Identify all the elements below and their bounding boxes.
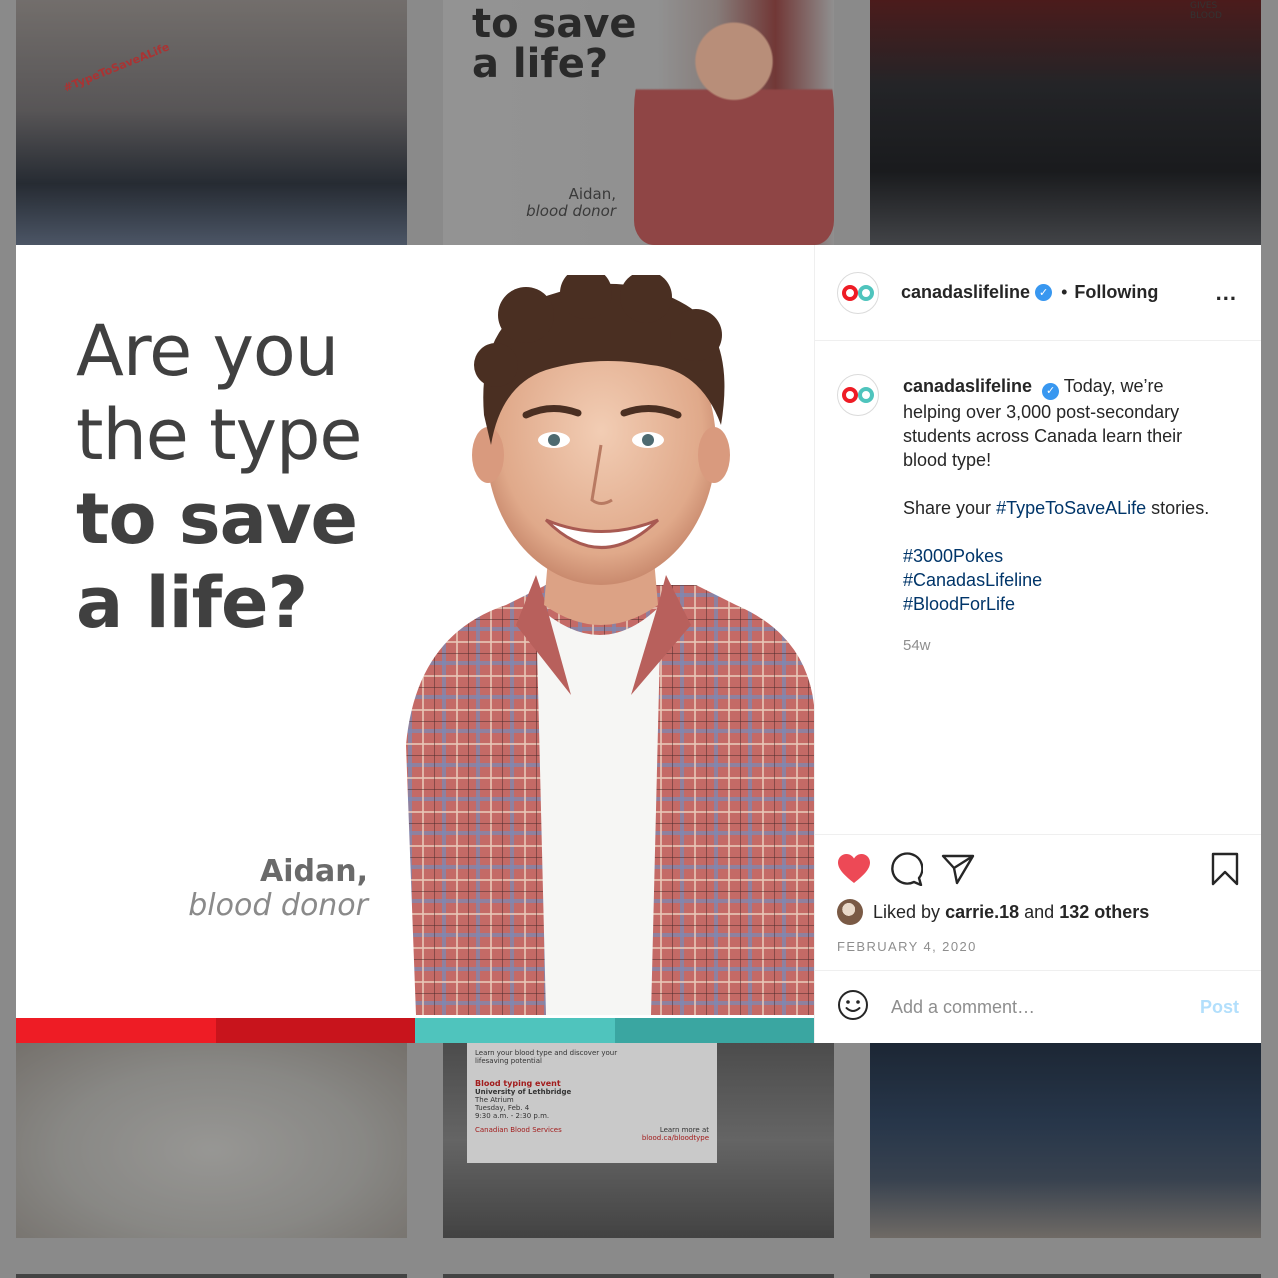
grid-thumbnail-shirt[interactable] <box>16 1043 407 1238</box>
profile-avatar[interactable] <box>837 271 879 314</box>
actions-section: Liked by carrie.18 and 132 others FEBRUA… <box>815 834 1261 970</box>
grid-person-photo <box>634 0 834 245</box>
caption-username[interactable]: canadaslifeline <box>903 376 1032 396</box>
heart-icon <box>838 854 870 883</box>
caption-share-prefix: Share your <box>903 497 997 518</box>
grid-caption-name: Aidan, <box>568 185 616 203</box>
grid-caption-role: blood donor <box>526 201 616 220</box>
grid-headline-1: to save <box>472 1 637 47</box>
grid-caption: Aidan, blood donor <box>500 186 616 219</box>
poster-line2: lifesaving potential <box>475 1057 542 1065</box>
stripe-dark-teal <box>614 1018 814 1043</box>
poster-room: The Atrium <box>475 1096 514 1104</box>
stripe-teal <box>415 1018 615 1043</box>
hashtag-link[interactable]: #TypeToSaveALife <box>996 498 1146 518</box>
grid-headline-2: a life? <box>472 41 609 87</box>
poster-org: Canadian Blood Services <box>475 1126 562 1134</box>
hashtag-link[interactable]: #3000Pokes <box>903 544 1223 568</box>
post-image[interactable]: Are you the type to save a life? Aidan, … <box>16 245 814 1043</box>
save-button[interactable] <box>1211 852 1239 886</box>
comment-bubble-icon <box>891 852 923 886</box>
liked-by-prefix: Liked by <box>873 901 941 922</box>
hashtag-link[interactable]: #CanadasLifeline <box>903 568 1223 592</box>
liker-username[interactable]: carrie.18 <box>945 902 1019 923</box>
post-comment-button[interactable]: Post <box>1200 997 1239 1018</box>
header-separator: • <box>1061 282 1068 302</box>
caption-avatar[interactable] <box>837 374 879 416</box>
grid-sign-blood: BLOOD <box>1190 11 1222 21</box>
stripe-dark-red <box>215 1018 415 1043</box>
donor-signature: Aidan, blood donor <box>188 855 368 923</box>
comment-button[interactable] <box>889 852 923 886</box>
poster-location: University of Lethbridge <box>475 1088 572 1096</box>
hashtag-link[interactable]: #BloodForLife <box>903 592 1223 616</box>
brand-stripe <box>16 1018 814 1043</box>
bookmark-icon <box>1211 852 1239 886</box>
more-options-icon[interactable]: ... <box>1216 280 1237 306</box>
grid-thumbnail-hockey-team[interactable] <box>870 0 1261 245</box>
grid-thumbnail-sitting[interactable] <box>870 1043 1261 1238</box>
liked-by-middle: and <box>1024 901 1055 922</box>
poster-time-2: 9:30 a.m. - 2:30 p.m. <box>475 1112 550 1120</box>
likes-line: Liked by carrie.18 and 132 others <box>837 899 1239 925</box>
grid-thumbnail-row3-3[interactable] <box>870 1274 1261 1278</box>
likes-count[interactable]: 132 others <box>1059 902 1149 923</box>
post-date[interactable]: FEBRUARY 4, 2020 <box>837 939 1239 954</box>
comment-input[interactable] <box>891 996 1171 1018</box>
poster-link: blood.ca/bloodtype <box>641 1134 709 1142</box>
header-username[interactable]: canadaslifeline <box>901 282 1030 303</box>
post-side-panel: canadaslifeline ✓ • Following ... canada… <box>814 245 1261 1043</box>
verified-badge-icon: ✓ <box>1035 284 1053 301</box>
liker-avatar[interactable] <box>837 899 863 925</box>
verified-badge-icon: ✓ <box>1042 382 1060 400</box>
comment-section: Post <box>815 970 1261 1043</box>
poster-link-label: Learn more at <box>659 1126 709 1134</box>
grid-sign-gives: GIVES <box>1190 1 1218 11</box>
following-button[interactable]: Following <box>1074 282 1158 303</box>
grid-thumbnail-row3-2[interactable] <box>443 1274 834 1278</box>
caption-section: canadaslifeline ✓ Today, we’re helping o… <box>815 342 1261 834</box>
like-button[interactable] <box>837 853 871 885</box>
caption-share-suffix: stories. <box>1146 497 1210 518</box>
stripe-red <box>16 1018 216 1043</box>
share-button[interactable] <box>941 853 975 885</box>
caption-text: canadaslifeline ✓ Today, we’re helping o… <box>903 374 1223 834</box>
poster-event: Blood typing event <box>475 1079 561 1088</box>
infinity-logo-icon <box>842 387 874 403</box>
paper-plane-icon <box>941 854 975 885</box>
donor-name: Aidan, <box>260 854 368 889</box>
post-header: canadaslifeline ✓ • Following ... <box>815 245 1261 341</box>
action-icons <box>837 851 1239 887</box>
grid-thumbnail-volunteers[interactable] <box>16 0 407 245</box>
poster-time-1: Tuesday, Feb. 4 <box>475 1104 530 1112</box>
smiley-face-icon <box>838 989 868 1020</box>
infinity-logo-icon <box>842 284 874 301</box>
post-age[interactable]: 54w <box>903 634 1223 658</box>
grid-poster: Learn your blood type and discover your … <box>467 1043 717 1163</box>
donor-role: blood donor <box>188 888 368 923</box>
post-modal: Are you the type to save a life? Aidan, … <box>16 245 1261 1043</box>
grid-thumbnail-row3-1[interactable] <box>16 1274 407 1278</box>
poster-line1: Learn your blood type and discover your <box>475 1049 618 1057</box>
emoji-button[interactable] <box>837 989 869 1026</box>
portrait-photo <box>406 275 814 1015</box>
